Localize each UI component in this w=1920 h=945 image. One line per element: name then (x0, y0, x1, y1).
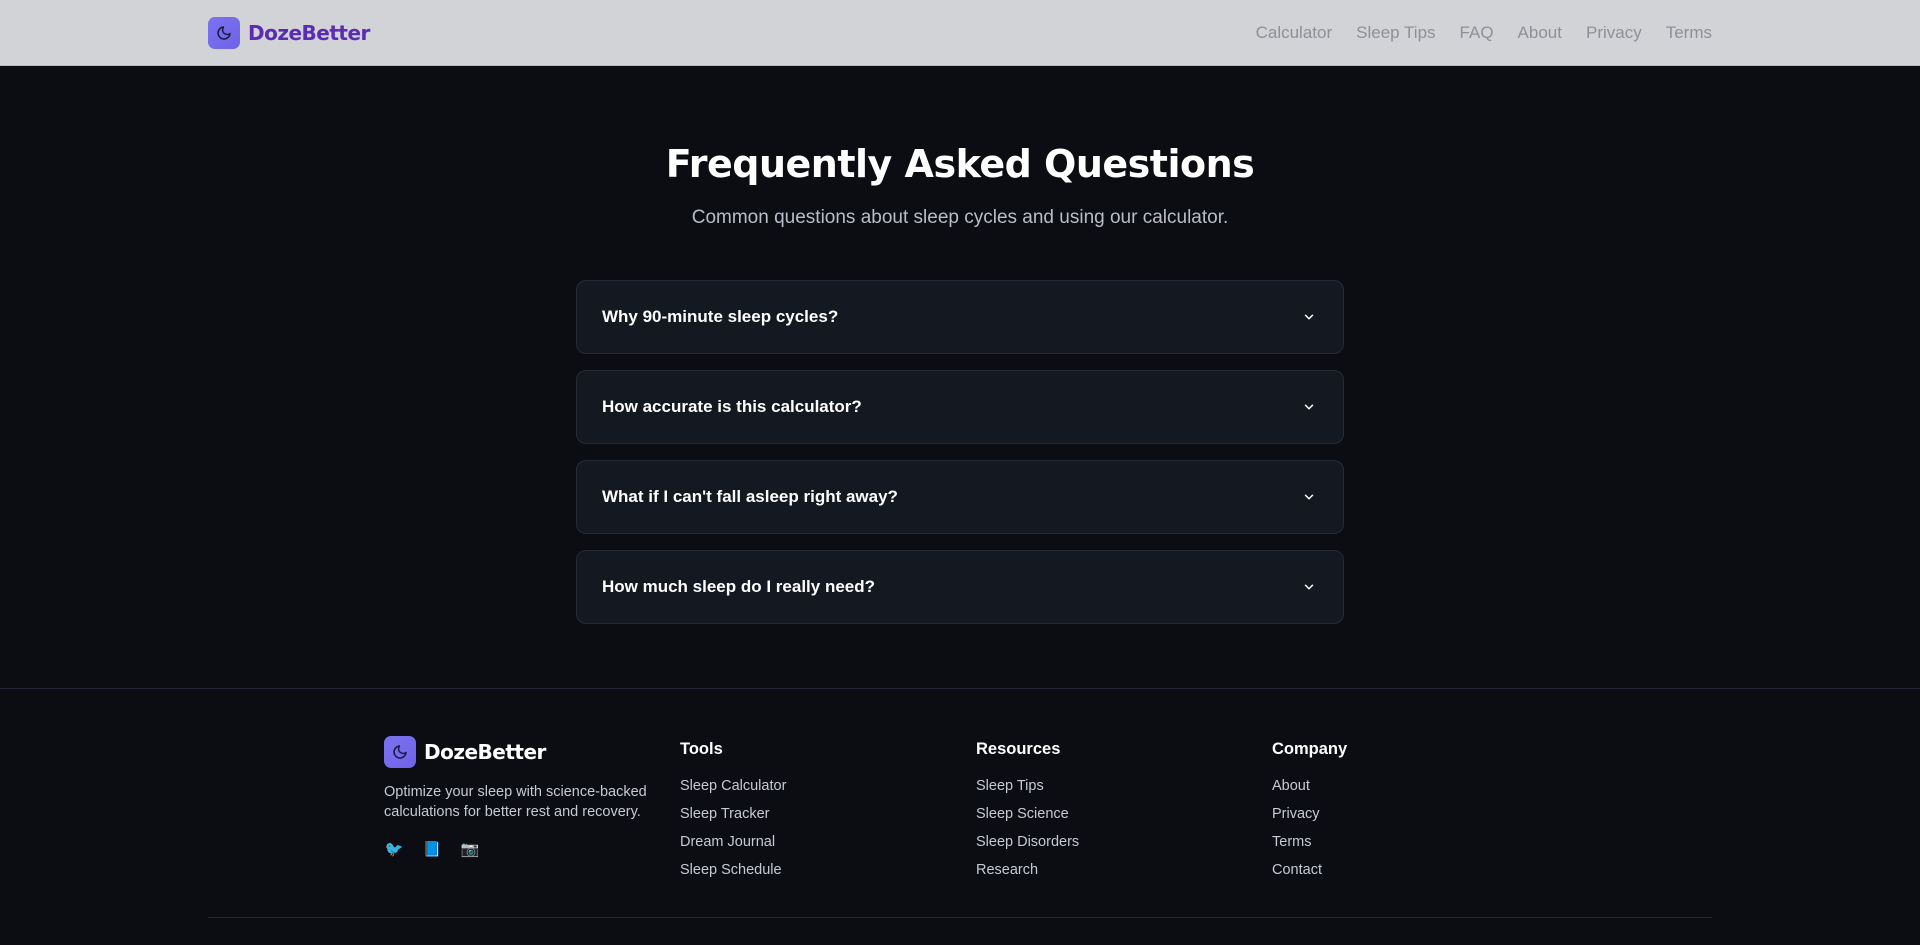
nav-calculator[interactable]: Calculator (1256, 23, 1333, 43)
page-title: Frequently Asked Questions (665, 142, 1255, 186)
footer-link-about[interactable]: About (1272, 778, 1347, 806)
chevron-down-icon[interactable] (1301, 579, 1317, 595)
footer-brand-column: DozeBetter Optimize your sleep with scie… (384, 736, 649, 858)
footer-brand[interactable]: DozeBetter (384, 736, 649, 768)
faq-question: How much sleep do I really need? (602, 577, 876, 596)
footer-heading: Company (1272, 740, 1348, 758)
nav-terms[interactable]: Terms (1666, 23, 1712, 43)
chevron-down-icon[interactable] (1301, 489, 1317, 505)
footer-link-sleep-tracker[interactable]: Sleep Tracker (680, 806, 786, 834)
footer-column-resources: Resources Sleep Tips Sleep Science Sleep… (976, 736, 1079, 890)
footer-divider (0, 688, 1920, 689)
facebook-icon[interactable]: 📘 (422, 840, 442, 858)
footer-description: Optimize your sleep with science-backed … (384, 784, 647, 820)
faq-question: How accurate is this calculator? (602, 397, 862, 416)
moon-icon (208, 17, 240, 49)
faq-item-90-minute-cycles[interactable]: Why 90-minute sleep cycles? (576, 280, 1344, 354)
footer-link-research[interactable]: Research (976, 862, 1079, 890)
nav-privacy[interactable]: Privacy (1586, 23, 1642, 43)
twitter-icon[interactable]: 🐦 (384, 840, 404, 858)
chevron-down-icon[interactable] (1301, 309, 1317, 325)
nav-about[interactable]: About (1518, 23, 1562, 43)
instagram-icon[interactable]: 📷 (460, 840, 480, 858)
faq-item-fall-asleep[interactable]: What if I can't fall asleep right away? (576, 460, 1344, 534)
footer-heading: Resources (976, 740, 1061, 758)
footer-link-sleep-calculator[interactable]: Sleep Calculator (680, 778, 786, 806)
nav-faq[interactable]: FAQ (1460, 23, 1494, 43)
faq-question: Why 90-minute sleep cycles? (602, 307, 839, 326)
footer-bottom-divider (208, 917, 1712, 918)
faq-question: What if I can't fall asleep right away? (602, 487, 898, 506)
footer-link-terms[interactable]: Terms (1272, 834, 1347, 862)
nav-sleep-tips[interactable]: Sleep Tips (1356, 23, 1435, 43)
footer-heading: Tools (680, 740, 723, 758)
footer-link-sleep-disorders[interactable]: Sleep Disorders (976, 834, 1079, 862)
footer-link-sleep-schedule[interactable]: Sleep Schedule (680, 862, 786, 890)
footer-column-company: Company About Privacy Terms Contact (1272, 736, 1347, 890)
brand-name: DozeBetter (248, 21, 370, 45)
footer-brand-name: DozeBetter (424, 740, 546, 764)
footer-link-privacy[interactable]: Privacy (1272, 806, 1347, 834)
faq-item-accuracy[interactable]: How accurate is this calculator? (576, 370, 1344, 444)
moon-icon (384, 736, 416, 768)
page-subtitle: Common questions about sleep cycles and … (691, 207, 1229, 228)
footer-link-dream-journal[interactable]: Dream Journal (680, 834, 786, 862)
social-links: 🐦 📘 📷 (384, 840, 649, 858)
top-navbar: DozeBetter Calculator Sleep Tips FAQ Abo… (0, 0, 1920, 66)
main-nav: Calculator Sleep Tips FAQ About Privacy … (1256, 0, 1712, 66)
footer-link-sleep-science[interactable]: Sleep Science (976, 806, 1079, 834)
faq-accordion: Why 90-minute sleep cycles? How accurate… (576, 280, 1344, 640)
chevron-down-icon[interactable] (1301, 399, 1317, 415)
footer-link-sleep-tips[interactable]: Sleep Tips (976, 778, 1079, 806)
footer-column-tools: Tools Sleep Calculator Sleep Tracker Dre… (680, 736, 786, 890)
brand-logo-link[interactable]: DozeBetter (208, 17, 370, 49)
faq-item-sleep-needed[interactable]: How much sleep do I really need? (576, 550, 1344, 624)
footer-link-contact[interactable]: Contact (1272, 862, 1347, 890)
